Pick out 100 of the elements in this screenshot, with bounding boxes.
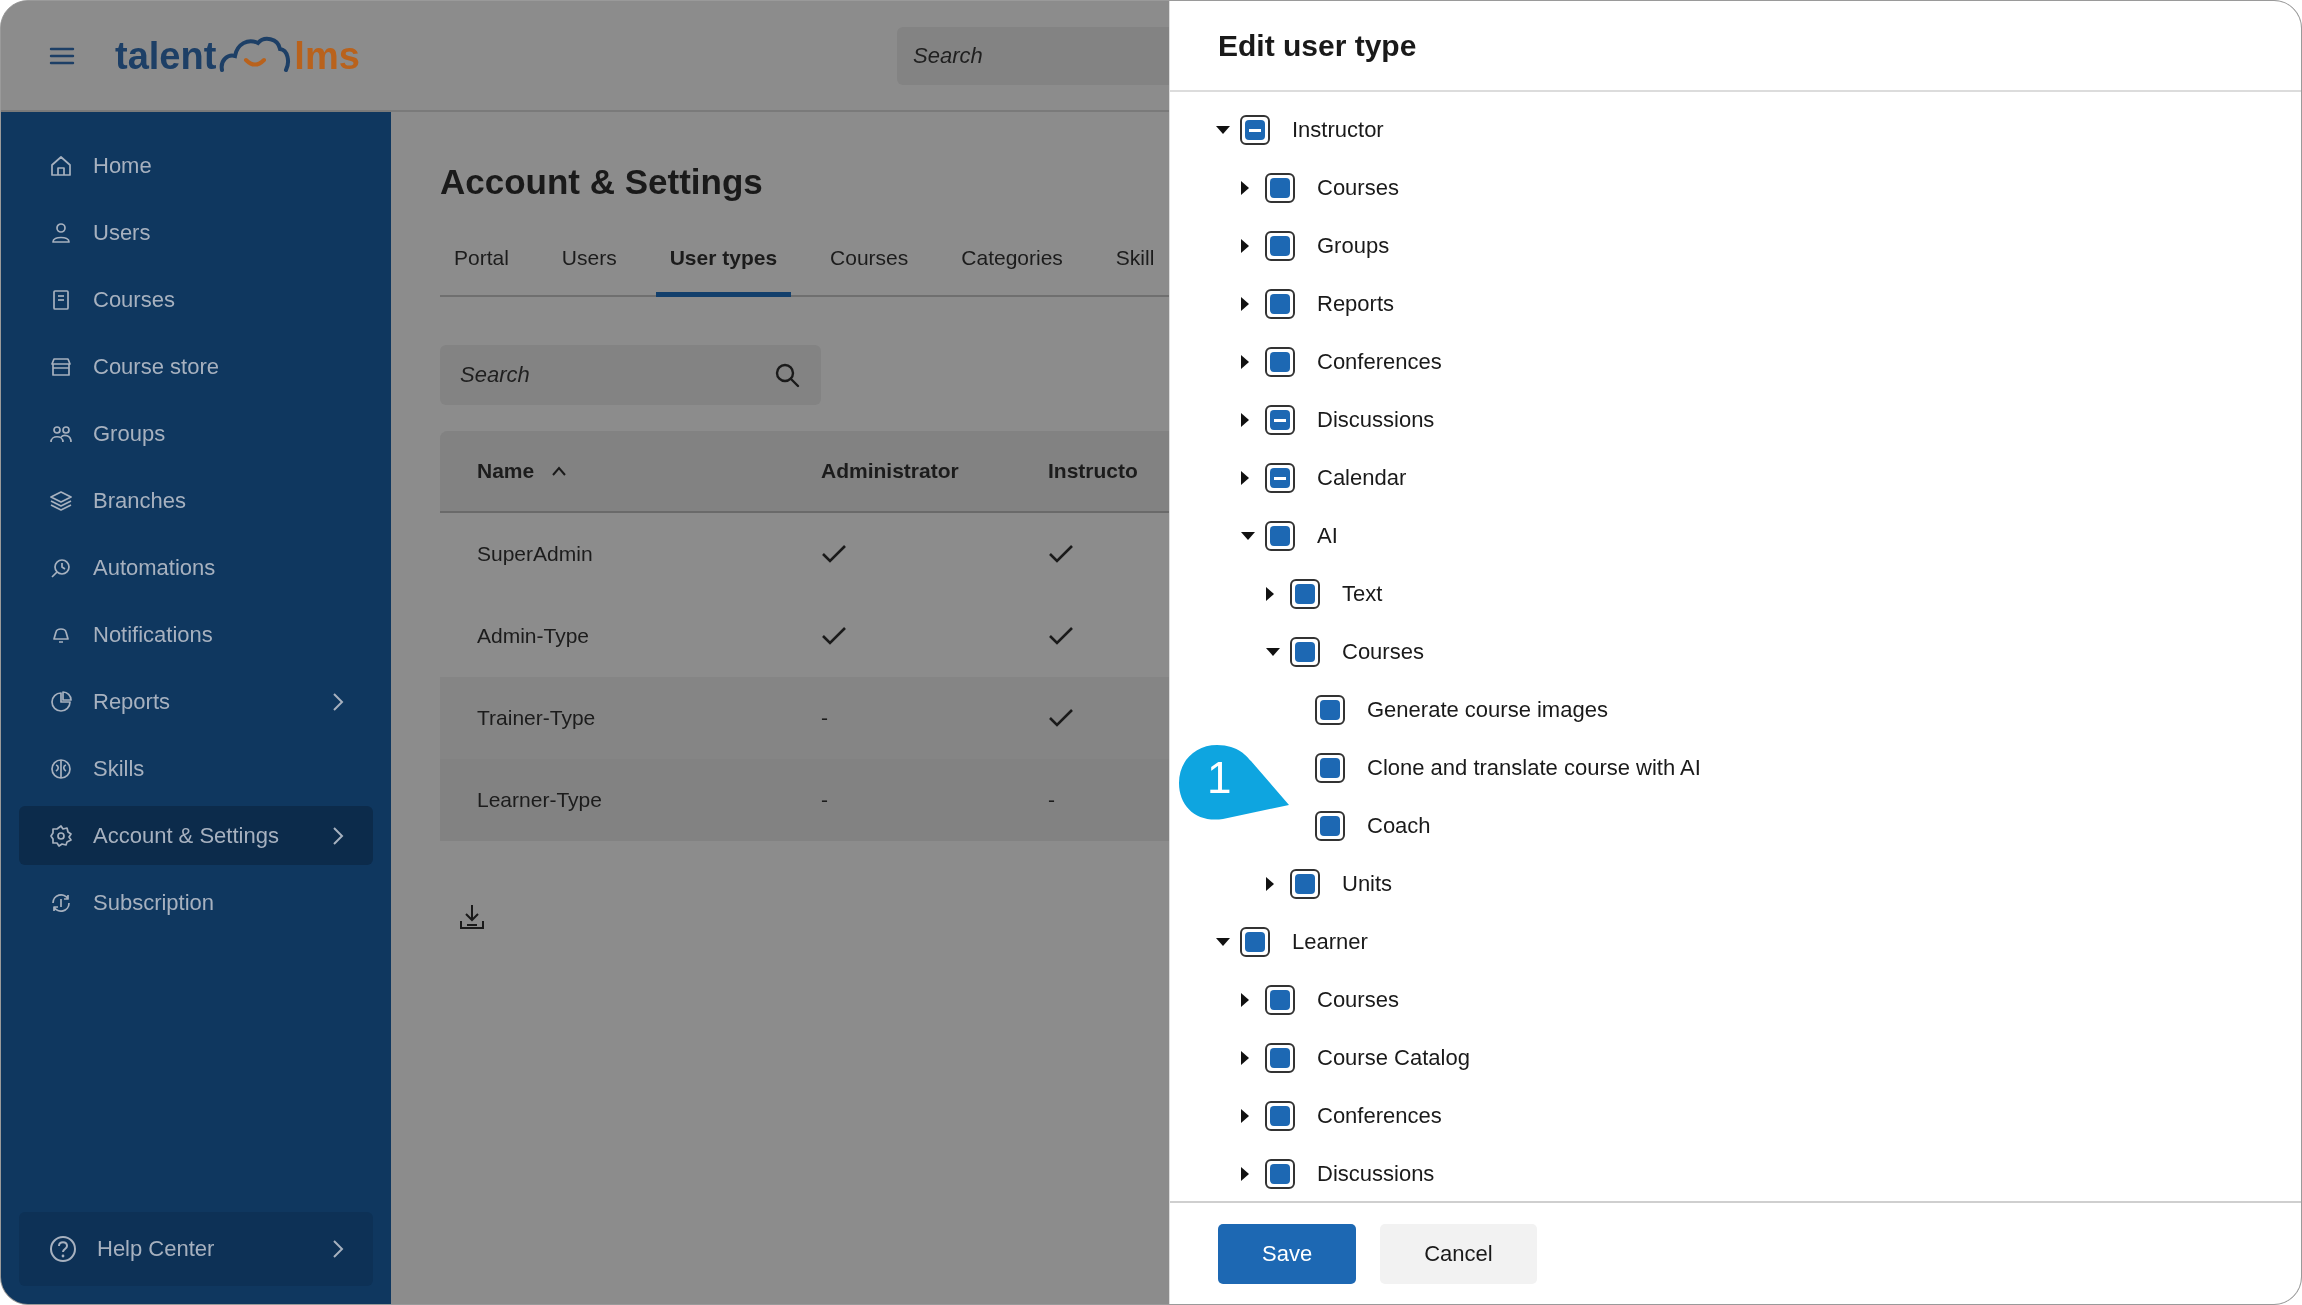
help-icon	[49, 1235, 77, 1263]
chevron-right-icon	[331, 1238, 345, 1260]
check-icon	[1048, 707, 1074, 729]
sidebar-item[interactable]: Groups	[19, 404, 373, 463]
column-header[interactable]: Administrator	[821, 459, 1048, 483]
checkbox[interactable]	[1290, 637, 1320, 667]
gear-icon	[49, 823, 73, 848]
caret-right-icon[interactable]	[1239, 469, 1251, 487]
layers-icon	[49, 488, 73, 513]
sidebar-item[interactable]: Home	[19, 136, 373, 195]
tree-item-label[interactable]: Instructor	[1292, 117, 1384, 143]
caret-right-icon[interactable]	[1239, 179, 1251, 197]
checkbox[interactable]	[1315, 811, 1345, 841]
checkbox[interactable]	[1265, 521, 1295, 551]
caret-right-icon[interactable]	[1239, 1107, 1251, 1125]
pie-chart-icon	[49, 689, 73, 714]
tree-item-label[interactable]: Reports	[1317, 291, 1395, 317]
caret-down-icon[interactable]	[1264, 646, 1282, 658]
table-cell-text: Trainer-Type	[476, 706, 597, 730]
tree-item-label[interactable]: Calendar	[1317, 465, 1407, 491]
checkbox[interactable]	[1315, 695, 1345, 725]
caret-right-icon[interactable]	[1239, 295, 1251, 313]
tab[interactable]: Portal	[440, 232, 523, 297]
caret-right-icon[interactable]	[1239, 1165, 1251, 1183]
tree-item-label[interactable]: Units	[1342, 871, 1393, 897]
sidebar-item[interactable]: Course store	[19, 337, 373, 396]
chevron-right-icon	[331, 690, 345, 713]
tab[interactable]: Users	[547, 232, 631, 297]
search-icon[interactable]	[773, 361, 801, 389]
tab[interactable]: Skill	[1101, 232, 1169, 297]
caret-right-icon[interactable]	[1239, 991, 1251, 1009]
sidebar-item[interactable]: Users	[19, 203, 373, 262]
sidebar-item[interactable]: Reports	[19, 672, 373, 731]
checkbox[interactable]	[1240, 115, 1270, 145]
checkbox[interactable]	[1315, 753, 1345, 783]
save-button[interactable]: Save	[1218, 1223, 1357, 1284]
sidebar-item[interactable]: Skills	[19, 739, 373, 798]
tree-item-label[interactable]: Courses	[1317, 987, 1399, 1013]
drawer-title: Edit user type	[1218, 28, 1417, 63]
tree-item-label[interactable]: Text	[1342, 581, 1383, 607]
checkbox[interactable]	[1265, 173, 1295, 203]
tree-item-label[interactable]: AI	[1317, 523, 1338, 549]
tab[interactable]: Categories	[947, 232, 1077, 297]
tab[interactable]: User types	[655, 232, 792, 297]
checkbox[interactable]	[1265, 289, 1295, 319]
tree-item-label[interactable]: Courses	[1317, 175, 1399, 201]
home-icon	[49, 153, 73, 178]
tree-item-label[interactable]: Course Catalog	[1317, 1045, 1470, 1071]
checkbox[interactable]	[1265, 463, 1295, 493]
checkbox[interactable]	[1265, 985, 1295, 1015]
caret-right-icon[interactable]	[1239, 237, 1251, 255]
tree-item-label[interactable]: Courses	[1342, 639, 1424, 665]
sidebar-item[interactable]: Branches	[19, 471, 373, 530]
caret-right-icon[interactable]	[1239, 353, 1251, 371]
sidebar-item[interactable]: Notifications	[19, 605, 373, 664]
sidebar-item[interactable]: Account & Settings	[19, 806, 373, 865]
search-field[interactable]: Search	[897, 26, 1169, 85]
download-icon[interactable]	[458, 903, 486, 931]
sort-up-icon	[550, 465, 569, 477]
help-center-link[interactable]: Help Center	[19, 1212, 373, 1286]
tab[interactable]: Courses	[816, 232, 923, 297]
sidebar-item[interactable]: Automations	[19, 538, 373, 597]
column-header[interactable]: Name	[440, 459, 821, 483]
tree-item-label[interactable]: Coach	[1367, 813, 1431, 839]
caret-right-icon[interactable]	[1239, 411, 1251, 429]
checkbox[interactable]	[1265, 405, 1295, 435]
caret-down-icon[interactable]	[1214, 936, 1232, 948]
checkbox[interactable]	[1240, 927, 1270, 957]
tree-item-label[interactable]: Conferences	[1317, 1103, 1442, 1129]
checkbox[interactable]	[1290, 579, 1320, 609]
tree-item-label[interactable]: Discussions	[1317, 407, 1435, 433]
checkbox[interactable]	[1290, 869, 1320, 899]
tree-item-label[interactable]: Groups	[1317, 233, 1390, 259]
tree-item-label[interactable]: Clone and translate course with AI	[1367, 755, 1701, 781]
globe-icon	[49, 756, 73, 781]
check-icon	[1048, 543, 1074, 565]
cancel-button[interactable]: Cancel	[1380, 1223, 1537, 1284]
sidebar-item[interactable]: Subscription	[19, 873, 373, 932]
caret-down-icon[interactable]	[1239, 530, 1257, 542]
caret-right-icon[interactable]	[1264, 875, 1276, 893]
column-header[interactable]: Instructo	[1048, 459, 1169, 483]
checkbox[interactable]	[1265, 347, 1295, 377]
caret-right-icon[interactable]	[1264, 585, 1276, 603]
checkbox[interactable]	[1265, 1043, 1295, 1073]
checkbox[interactable]	[1265, 231, 1295, 261]
logo-text: lms	[294, 34, 360, 78]
search-field[interactable]: Search	[440, 345, 821, 405]
caret-right-icon[interactable]	[1239, 1049, 1251, 1067]
sidebar-item[interactable]: Courses	[19, 270, 373, 329]
checkbox[interactable]	[1265, 1159, 1295, 1189]
table-cell-text: Admin-Type	[476, 624, 591, 648]
tree-item-label[interactable]: Generate course images	[1367, 697, 1608, 723]
tree-item-label[interactable]: Discussions	[1317, 1161, 1435, 1187]
caret-down-icon[interactable]	[1214, 124, 1232, 136]
table-cell-text: -	[1048, 788, 1056, 812]
tree-item-label[interactable]: Learner	[1292, 929, 1368, 955]
chevron-right-icon	[331, 824, 345, 847]
checkbox[interactable]	[1265, 1101, 1295, 1131]
tree-item-label[interactable]: Conferences	[1317, 349, 1442, 375]
menu-icon[interactable]	[49, 45, 75, 66]
